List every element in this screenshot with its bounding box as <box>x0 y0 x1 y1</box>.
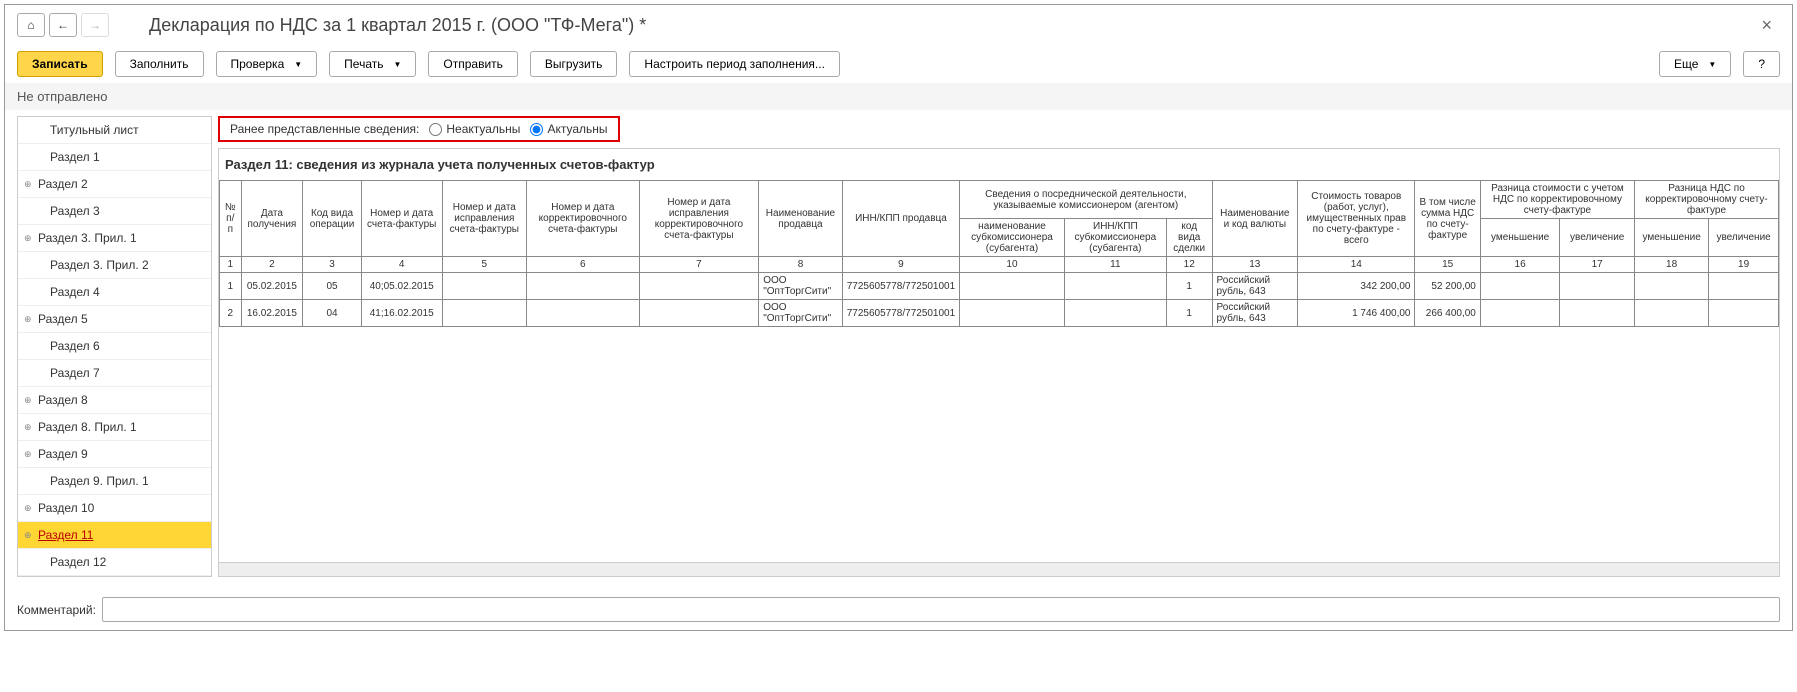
sidebar-item-label: Раздел 5 <box>38 312 88 326</box>
sidebar-item[interactable]: Раздел 7 <box>18 360 211 387</box>
expand-icon: ⊕ <box>24 503 32 514</box>
sidebar-item-label: Раздел 12 <box>50 555 106 569</box>
sidebar-item-label: Раздел 10 <box>38 501 94 515</box>
sidebar: Титульный лист Раздел 1 ⊕ Раздел 2 Раздел 3 ⊕… <box>17 116 212 577</box>
check-button[interactable]: Проверка <box>216 51 318 77</box>
export-button[interactable]: Выгрузить <box>530 51 618 77</box>
section-title: Раздел 11: сведения из журнала учета пол… <box>219 149 1779 180</box>
col-header: № п/п <box>220 181 242 257</box>
col-header: уменьшение <box>1480 219 1559 257</box>
sidebar-item-label: Раздел 7 <box>50 366 100 380</box>
radio-label: Ранее представленные сведения: <box>230 122 419 136</box>
more-button[interactable]: Еще <box>1659 51 1731 77</box>
expand-icon: ⊕ <box>24 422 32 433</box>
prior-data-radio-group: Ранее представленные сведения: Неактуаль… <box>218 116 620 142</box>
sidebar-item[interactable]: Раздел 1 <box>18 144 211 171</box>
sidebar-item[interactable]: Раздел 9. Прил. 1 <box>18 468 211 495</box>
sidebar-item[interactable]: ⊕ Раздел 2 <box>18 171 211 198</box>
nav-forward-button: → <box>81 13 109 37</box>
sidebar-item-label: Раздел 4 <box>50 285 100 299</box>
sidebar-item-label: Раздел 8. Прил. 1 <box>38 420 137 434</box>
col-header: уменьшение <box>1635 219 1709 257</box>
col-header: Номер и дата исправления корректировочно… <box>639 181 759 257</box>
sidebar-item[interactable]: ⊕ Раздел 3. Прил. 1 <box>18 225 211 252</box>
sidebar-item[interactable]: ⊕ Раздел 11 <box>18 522 211 549</box>
send-button[interactable]: Отправить <box>428 51 518 77</box>
sidebar-item-label: Раздел 1 <box>50 150 100 164</box>
nav-back-button[interactable]: ← <box>49 13 77 37</box>
home-button[interactable]: ⌂ <box>17 13 45 37</box>
sidebar-item-label: Раздел 6 <box>50 339 100 353</box>
period-button[interactable]: Настроить период заполнения... <box>629 51 839 77</box>
sidebar-item[interactable]: Раздел 4 <box>18 279 211 306</box>
sidebar-item[interactable]: ⊕ Раздел 8. Прил. 1 <box>18 414 211 441</box>
sidebar-item[interactable]: ⊕ Раздел 5 <box>18 306 211 333</box>
col-header: Разница НДС по корректировочному счету-ф… <box>1635 181 1779 219</box>
col-header: Стоимость товаров (работ, услуг), имущес… <box>1298 181 1415 257</box>
sidebar-item[interactable]: Титульный лист <box>18 117 211 144</box>
print-button[interactable]: Печать <box>329 51 416 77</box>
col-header: Наименование продавца <box>759 181 843 257</box>
col-header: наименование субкомиссионера (субагента) <box>960 219 1065 257</box>
horizontal-scrollbar[interactable] <box>218 563 1780 577</box>
radio-not-actual[interactable]: Неактуальны <box>429 122 520 136</box>
col-header: Разница стоимости с учетом НДС по коррек… <box>1480 181 1634 219</box>
table-row[interactable]: 105.02.20150540;05.02.2015ООО "ОптТоргСи… <box>220 273 1779 300</box>
sidebar-item-label: Титульный лист <box>50 123 139 137</box>
sidebar-item-label: Раздел 2 <box>38 177 88 191</box>
sidebar-item-label: Раздел 9 <box>38 447 88 461</box>
sidebar-item[interactable]: Раздел 3. Прил. 2 <box>18 252 211 279</box>
col-header: В том числе сумма НДС по счету-фактуре <box>1415 181 1480 257</box>
radio-actual[interactable]: Актуальны <box>530 122 607 136</box>
col-header: Сведения о посреднической деятельности, … <box>960 181 1212 219</box>
col-header: Номер и дата счета-фактуры <box>361 181 442 257</box>
col-header: Наименование и код валюты <box>1212 181 1298 257</box>
page-title: Декларация по НДС за 1 квартал 2015 г. (… <box>149 15 646 36</box>
close-icon[interactable]: × <box>1753 15 1780 36</box>
col-header: Код вида операции <box>303 181 362 257</box>
expand-icon: ⊕ <box>24 179 32 190</box>
sidebar-item[interactable]: Раздел 3 <box>18 198 211 225</box>
sidebar-item[interactable]: ⊕ Раздел 10 <box>18 495 211 522</box>
sidebar-item[interactable]: Раздел 12 <box>18 549 211 576</box>
sidebar-item-label: Раздел 9. Прил. 1 <box>50 474 149 488</box>
col-header: ИНН/КПП субкомиссионера (субагента) <box>1064 219 1166 257</box>
col-header: Номер и дата исправления счета-фактуры <box>442 181 526 257</box>
save-button[interactable]: Записать <box>17 51 103 77</box>
expand-icon: ⊕ <box>24 395 32 406</box>
fill-button[interactable]: Заполнить <box>115 51 204 77</box>
sidebar-item[interactable]: ⊕ Раздел 8 <box>18 387 211 414</box>
sidebar-item-label: Раздел 3. Прил. 2 <box>50 258 149 272</box>
sidebar-item[interactable]: Раздел 6 <box>18 333 211 360</box>
col-header: Дата получения <box>241 181 303 257</box>
expand-icon: ⊕ <box>24 233 32 244</box>
sidebar-item-label: Раздел 3 <box>50 204 100 218</box>
data-table: № п/п Дата получения Код вида операции Н… <box>219 180 1779 327</box>
expand-icon: ⊕ <box>24 449 32 460</box>
comment-input[interactable] <box>102 597 1780 622</box>
expand-icon: ⊕ <box>24 314 32 325</box>
expand-icon: ⊕ <box>24 530 32 541</box>
col-header: Номер и дата корректировочного счета-фак… <box>527 181 640 257</box>
col-header: код вида сделки <box>1166 219 1212 257</box>
comment-label: Комментарий: <box>17 603 96 617</box>
sidebar-item-label: Раздел 8 <box>38 393 88 407</box>
sidebar-item[interactable]: ⊕ Раздел 9 <box>18 441 211 468</box>
col-header: увеличение <box>1560 219 1635 257</box>
help-button[interactable]: ? <box>1743 51 1780 77</box>
status-text: Не отправлено <box>5 83 1792 110</box>
sidebar-item-label: Раздел 11 <box>38 528 93 542</box>
col-header: ИНН/КПП продавца <box>842 181 959 257</box>
sidebar-item-label: Раздел 3. Прил. 1 <box>38 231 137 245</box>
col-header: увеличение <box>1709 219 1779 257</box>
table-row[interactable]: 216.02.20150441;16.02.2015ООО "ОптТоргСи… <box>220 300 1779 327</box>
